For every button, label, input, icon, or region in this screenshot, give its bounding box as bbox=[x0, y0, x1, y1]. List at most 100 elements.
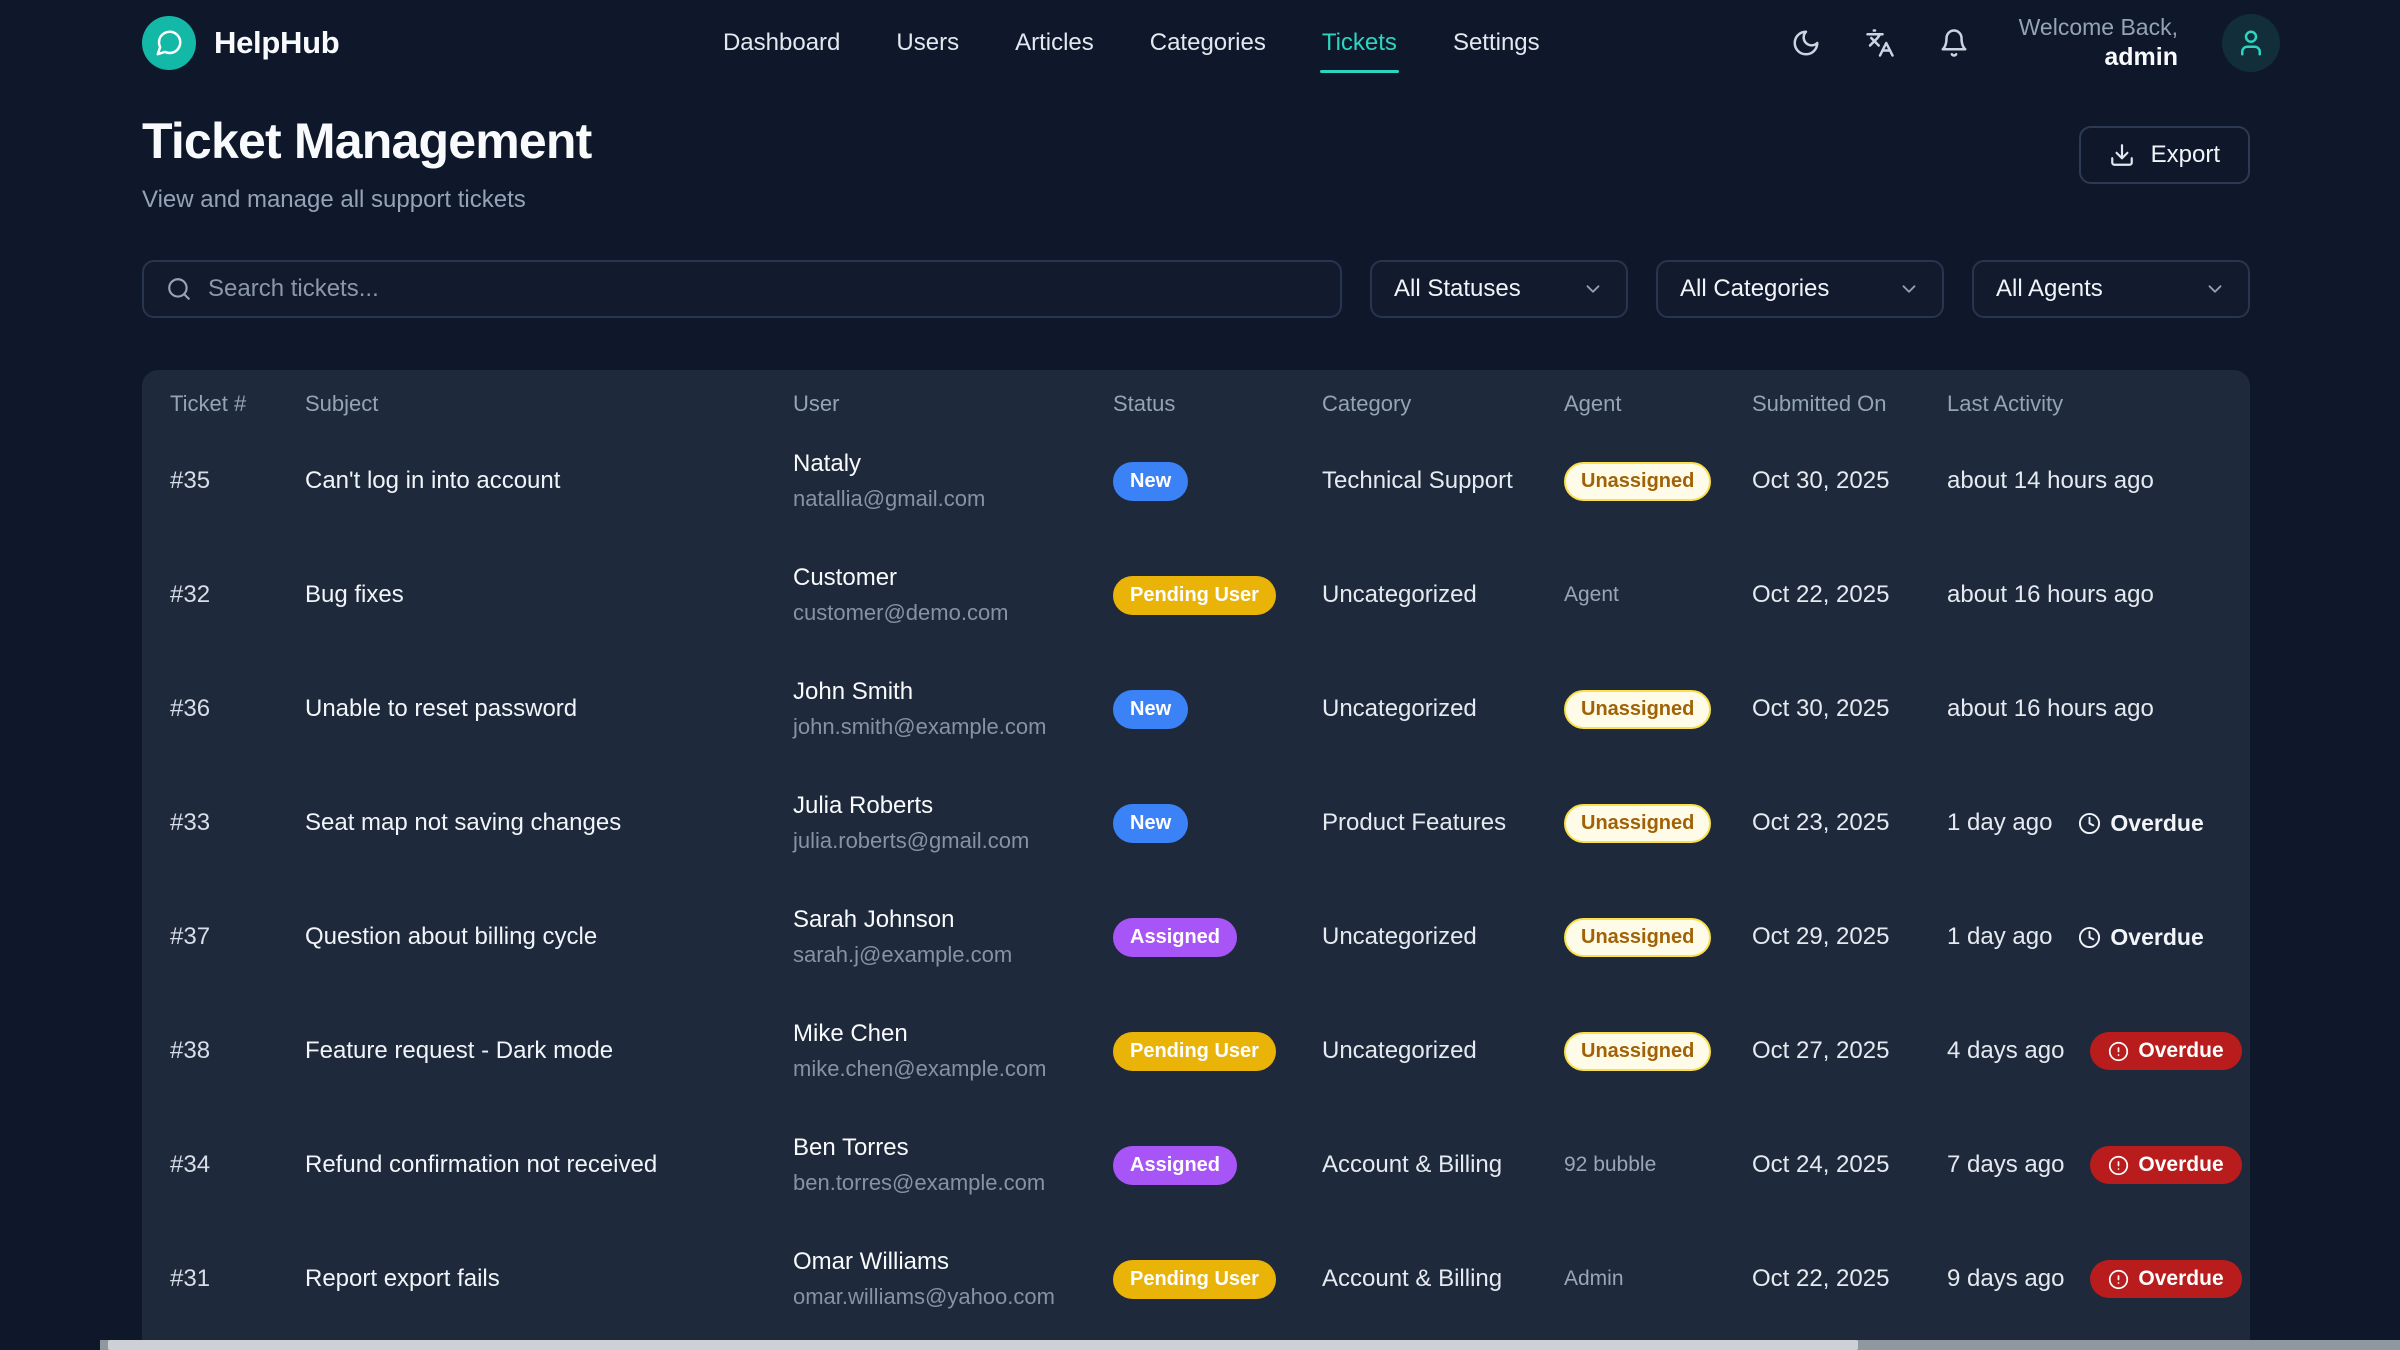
chevron-down-icon bbox=[1582, 278, 1604, 300]
status-badge: Pending User bbox=[1113, 576, 1276, 615]
ticket-agent-cell: Unassigned bbox=[1564, 918, 1752, 957]
overdue-badge: Overdue bbox=[2090, 1032, 2241, 1070]
ticket-status-cell: Pending User bbox=[1113, 1260, 1322, 1299]
scrollbar-thumb[interactable] bbox=[108, 1340, 1858, 1350]
nav-item-tickets[interactable]: Tickets bbox=[1320, 21, 1399, 65]
last-activity-cell: about 16 hours ago bbox=[1947, 695, 2222, 723]
user-email: ben.torres@example.com bbox=[793, 1170, 1113, 1196]
search-icon bbox=[166, 276, 192, 302]
nav-item-articles[interactable]: Articles bbox=[1013, 21, 1096, 65]
ticket-subject: Seat map not saving changes bbox=[305, 809, 793, 837]
ticket-subject: Report export fails bbox=[305, 1265, 793, 1293]
ticket-subject: Unable to reset password bbox=[305, 695, 793, 723]
export-button[interactable]: Export bbox=[2079, 126, 2250, 184]
agent-filter-label: All Agents bbox=[1996, 275, 2103, 303]
chevron-down-icon bbox=[1898, 278, 1920, 300]
last-activity-cell: 9 days ago Overdue bbox=[1947, 1260, 2242, 1298]
ticket-number: #31 bbox=[170, 1265, 305, 1293]
dark-mode-toggle-icon[interactable] bbox=[1791, 28, 1821, 58]
overdue-indicator: Overdue bbox=[2078, 810, 2203, 837]
status-badge: Pending User bbox=[1113, 1260, 1276, 1299]
ticket-agent-cell: Agent bbox=[1564, 583, 1752, 607]
language-icon[interactable] bbox=[1865, 28, 1895, 58]
last-activity-cell: about 16 hours ago bbox=[1947, 581, 2222, 609]
table-row[interactable]: #37 Question about billing cycle Sarah J… bbox=[142, 880, 2250, 994]
ticket-category: Uncategorized bbox=[1322, 923, 1564, 951]
welcome-text: Welcome Back, admin bbox=[2019, 13, 2178, 73]
col-header-ticket: Ticket # bbox=[170, 391, 305, 417]
page-subtitle: View and manage all support tickets bbox=[142, 186, 592, 214]
user-name: Nataly bbox=[793, 450, 1113, 478]
ticket-number: #35 bbox=[170, 467, 305, 495]
last-activity-time: 9 days ago bbox=[1947, 1265, 2064, 1293]
nav-item-settings[interactable]: Settings bbox=[1451, 21, 1542, 65]
agent-filter-dropdown[interactable]: All Agents bbox=[1972, 260, 2250, 318]
ticket-subject: Feature request - Dark mode bbox=[305, 1037, 793, 1065]
alert-circle-icon bbox=[2108, 1041, 2129, 1062]
table-row[interactable]: #35 Can't log in into account Nataly nat… bbox=[142, 424, 2250, 538]
overdue-badge: Overdue bbox=[2090, 1146, 2241, 1184]
nav-item-dashboard[interactable]: Dashboard bbox=[721, 21, 842, 65]
nav-item-users[interactable]: Users bbox=[894, 21, 961, 65]
user-email: natallia@gmail.com bbox=[793, 486, 1113, 512]
page-header: Ticket Management View and manage all su… bbox=[142, 112, 2250, 214]
ticket-status-cell: New bbox=[1113, 690, 1322, 729]
horizontal-scrollbar[interactable] bbox=[100, 1340, 2400, 1350]
ticket-category: Account & Billing bbox=[1322, 1265, 1564, 1293]
agent-unassigned-badge: Unassigned bbox=[1564, 918, 1711, 957]
status-badge: New bbox=[1113, 804, 1188, 843]
ticket-status-cell: New bbox=[1113, 462, 1322, 501]
status-filter-dropdown[interactable]: All Statuses bbox=[1370, 260, 1628, 318]
export-label: Export bbox=[2151, 141, 2220, 169]
welcome-username: admin bbox=[2104, 42, 2178, 73]
last-activity-time: 1 day ago bbox=[1947, 923, 2052, 951]
last-activity-time: about 14 hours ago bbox=[1947, 467, 2154, 495]
table-row[interactable]: #36 Unable to reset password John Smith … bbox=[142, 652, 2250, 766]
last-activity-time: 4 days ago bbox=[1947, 1037, 2064, 1065]
search-input[interactable] bbox=[208, 275, 1318, 303]
status-badge: Assigned bbox=[1113, 1146, 1237, 1185]
ticket-category: Technical Support bbox=[1322, 467, 1564, 495]
table-row[interactable]: #32 Bug fixes Customer customer@demo.com… bbox=[142, 538, 2250, 652]
agent-name: Agent bbox=[1564, 583, 1619, 606]
overdue-label: Overdue bbox=[2138, 1267, 2223, 1291]
user-email: mike.chen@example.com bbox=[793, 1056, 1113, 1082]
ticket-status-cell: Pending User bbox=[1113, 576, 1322, 615]
col-header-submitted: Submitted On bbox=[1752, 391, 1947, 417]
table-row[interactable]: #31 Report export fails Omar Williams om… bbox=[142, 1222, 2250, 1336]
ticket-category: Product Features bbox=[1322, 809, 1564, 837]
alert-circle-icon bbox=[2108, 1269, 2129, 1290]
ticket-agent-cell: Unassigned bbox=[1564, 804, 1752, 843]
top-navbar: HelpHub Dashboard Users Articles Categor… bbox=[0, 0, 2400, 86]
submitted-date: Oct 30, 2025 bbox=[1752, 695, 1947, 723]
ticket-subject: Question about billing cycle bbox=[305, 923, 793, 951]
user-avatar[interactable] bbox=[2222, 14, 2280, 72]
last-activity-time: about 16 hours ago bbox=[1947, 581, 2154, 609]
table-body: #35 Can't log in into account Nataly nat… bbox=[142, 424, 2250, 1336]
submitted-date: Oct 23, 2025 bbox=[1752, 809, 1947, 837]
agent-unassigned-badge: Unassigned bbox=[1564, 690, 1711, 729]
search-box bbox=[142, 260, 1342, 318]
ticket-status-cell: Pending User bbox=[1113, 1032, 1322, 1071]
last-activity-cell: 1 day ago Overdue bbox=[1947, 809, 2222, 837]
user-name: Mike Chen bbox=[793, 1020, 1113, 1048]
ticket-number: #37 bbox=[170, 923, 305, 951]
last-activity-cell: 1 day ago Overdue bbox=[1947, 923, 2222, 951]
col-header-user: User bbox=[793, 391, 1113, 417]
nav-item-categories[interactable]: Categories bbox=[1148, 21, 1268, 65]
table-row[interactable]: #38 Feature request - Dark mode Mike Che… bbox=[142, 994, 2250, 1108]
ticket-agent-cell: 92 bubble bbox=[1564, 1153, 1752, 1177]
overdue-indicator: Overdue bbox=[2078, 924, 2203, 951]
submitted-date: Oct 29, 2025 bbox=[1752, 923, 1947, 951]
category-filter-dropdown[interactable]: All Categories bbox=[1656, 260, 1944, 318]
ticket-category: Uncategorized bbox=[1322, 581, 1564, 609]
submitted-date: Oct 22, 2025 bbox=[1752, 1265, 1947, 1293]
table-row[interactable]: #33 Seat map not saving changes Julia Ro… bbox=[142, 766, 2250, 880]
table-header-row: Ticket # Subject User Status Category Ag… bbox=[142, 370, 2250, 424]
user-name: Ben Torres bbox=[793, 1134, 1113, 1162]
notifications-bell-icon[interactable] bbox=[1939, 28, 1969, 58]
status-filter-label: All Statuses bbox=[1394, 275, 1521, 303]
table-row[interactable]: #34 Refund confirmation not received Ben… bbox=[142, 1108, 2250, 1222]
ticket-category: Uncategorized bbox=[1322, 695, 1564, 723]
user-email: omar.williams@yahoo.com bbox=[793, 1284, 1113, 1310]
